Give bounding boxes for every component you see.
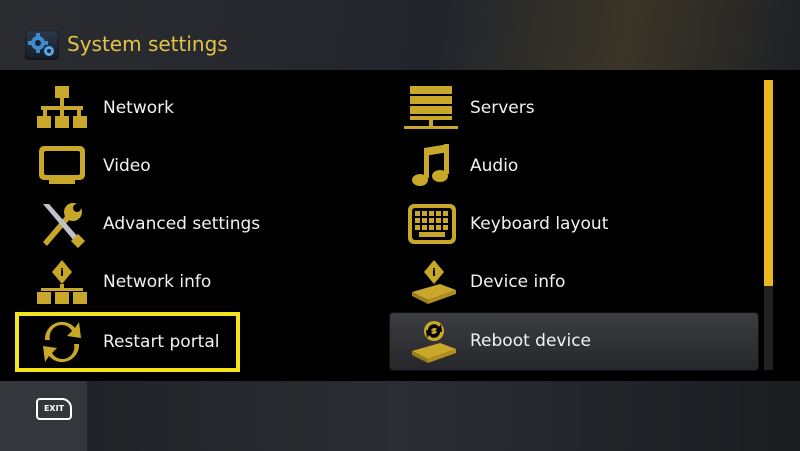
reboot-device-icon bbox=[408, 317, 458, 365]
device-info-icon: i bbox=[408, 258, 458, 306]
menu-item-label: Keyboard layout bbox=[470, 214, 609, 234]
menu-item-device-info[interactable]: i Device info bbox=[390, 254, 758, 310]
restart-arrows-icon bbox=[37, 318, 87, 366]
menu-item-label: Network bbox=[103, 98, 174, 118]
menu-item-video[interactable]: Video bbox=[15, 138, 240, 194]
menu-item-advanced-settings[interactable]: Advanced settings bbox=[15, 196, 260, 252]
menu-item-network[interactable]: Network bbox=[15, 80, 240, 136]
menu-item-label: Video bbox=[103, 156, 151, 176]
menu-item-label: Reboot device bbox=[470, 331, 592, 351]
svg-text:i: i bbox=[432, 266, 436, 279]
menu-item-label: Network info bbox=[103, 272, 212, 292]
menu-item-network-info[interactable]: i Network info bbox=[15, 254, 240, 310]
gears-icon bbox=[25, 30, 59, 60]
menu-item-label: Device info bbox=[470, 272, 566, 292]
svg-text:i: i bbox=[60, 266, 64, 279]
menu-item-restart-portal[interactable]: Restart portal bbox=[15, 312, 240, 372]
monitor-icon bbox=[37, 142, 87, 190]
keyboard-icon bbox=[406, 200, 456, 248]
menu-item-label: Audio bbox=[470, 156, 519, 176]
menu-item-reboot-device[interactable]: Reboot device bbox=[390, 313, 758, 370]
menu-item-servers[interactable]: Servers bbox=[390, 80, 758, 136]
exit-button[interactable]: EXIT bbox=[36, 398, 72, 420]
menu-item-audio[interactable]: Audio bbox=[390, 138, 758, 194]
tools-icon bbox=[37, 200, 87, 249]
menu-item-label: Restart portal bbox=[103, 332, 220, 352]
bottom-bar bbox=[0, 381, 800, 451]
server-rack-icon bbox=[404, 84, 458, 132]
music-note-icon bbox=[408, 142, 458, 190]
menu-item-label: Advanced settings bbox=[103, 214, 261, 234]
menu-item-keyboard-layout[interactable]: Keyboard layout bbox=[390, 196, 758, 252]
scrollbar-thumb[interactable] bbox=[764, 80, 773, 286]
network-info-icon: i bbox=[37, 258, 87, 306]
network-icon bbox=[37, 84, 87, 132]
page-title: System settings bbox=[67, 32, 228, 56]
menu-item-label: Servers bbox=[470, 98, 535, 118]
